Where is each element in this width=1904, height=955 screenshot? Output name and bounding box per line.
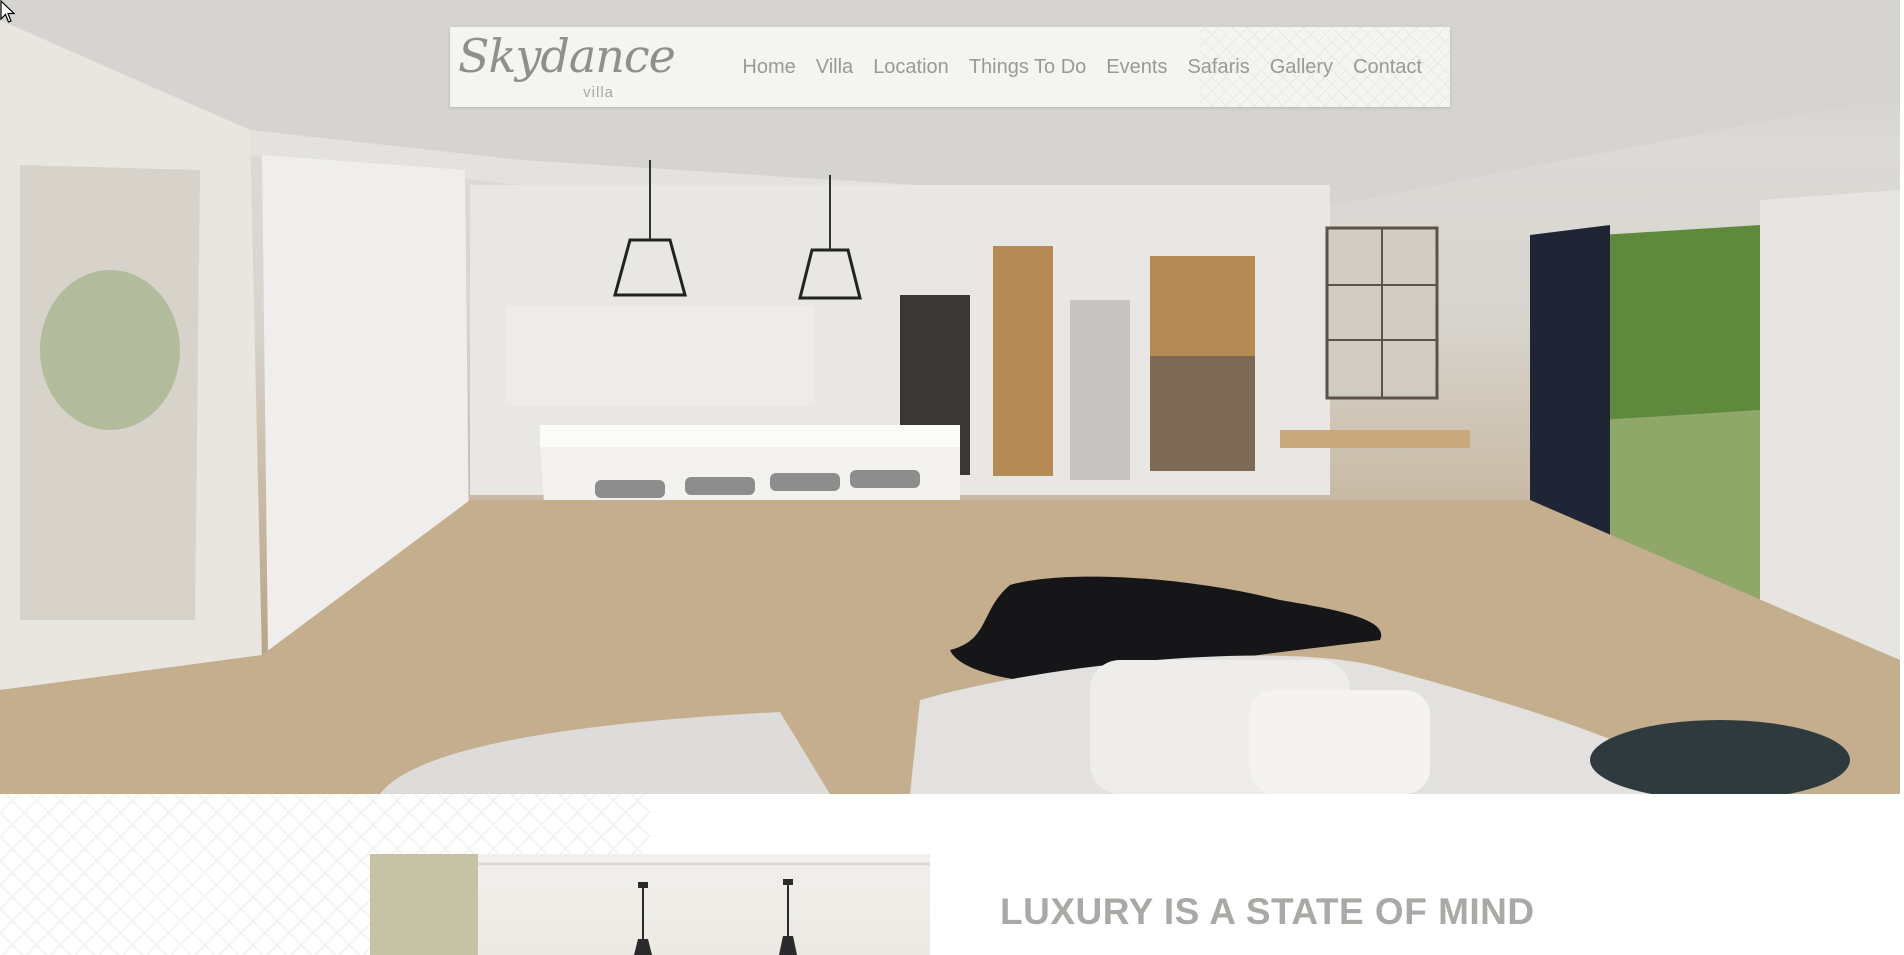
intro-image-accent-block (370, 854, 478, 955)
nav-item-villa[interactable]: Villa (806, 56, 863, 79)
nav-item-contact[interactable]: Contact (1343, 56, 1432, 79)
hero-interior-scene (0, 0, 1900, 794)
nav-item-gallery[interactable]: Gallery (1260, 56, 1343, 79)
intro-image (370, 854, 930, 955)
nav-item-home[interactable]: Home (732, 56, 805, 79)
section-heading: LUXURY IS A STATE OF MIND (1000, 891, 1535, 932)
header-navbar: Skydance villa Home Villa Location Thing… (450, 27, 1450, 107)
logo-subtext: villa (583, 84, 614, 101)
nav-item-location[interactable]: Location (863, 56, 959, 79)
site-logo[interactable]: Skydance villa (458, 33, 676, 103)
page: Skydance villa Home Villa Location Thing… (0, 0, 1904, 955)
nav-item-events[interactable]: Events (1096, 56, 1177, 79)
hero-video: Skydance villa Home Villa Location Thing… (0, 0, 1900, 794)
intro-section: LUXURY IS A STATE OF MIND (0, 794, 1904, 955)
nav-item-things-to-do[interactable]: Things To Do (959, 56, 1096, 79)
main-nav: Home Villa Location Things To Do Events … (732, 27, 1432, 107)
intro-image-photo (478, 854, 930, 955)
arrow-cursor-icon (0, 0, 16, 23)
nav-item-safaris[interactable]: Safaris (1177, 56, 1259, 79)
intro-photo-pendants (478, 862, 930, 955)
logo-text: Skydance (458, 29, 676, 83)
